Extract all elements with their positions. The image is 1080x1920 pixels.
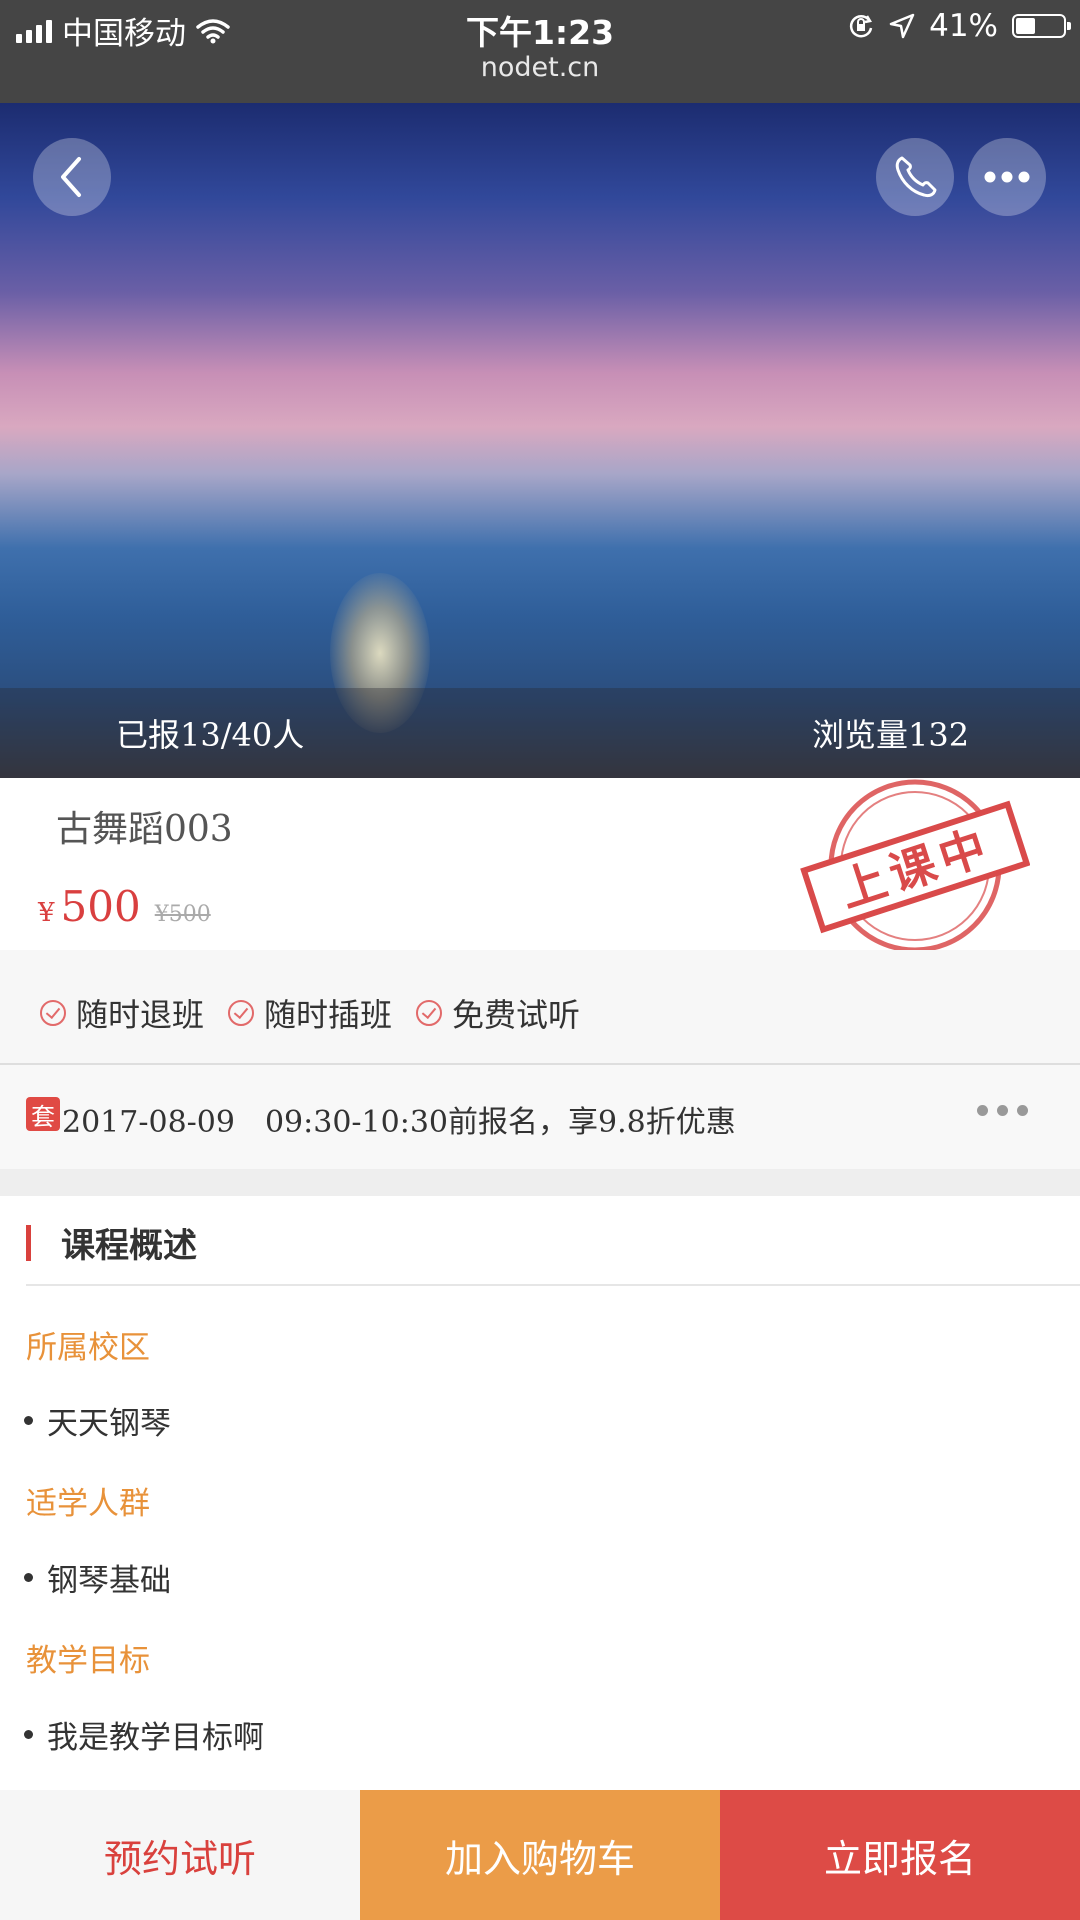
- currency-symbol: ¥: [38, 898, 55, 928]
- heading-accent-bar: [26, 1224, 31, 1261]
- bullet: [24, 1573, 33, 1582]
- feature-label: 随时插班: [264, 996, 393, 1034]
- feature-refund: 随时退班: [40, 990, 204, 1036]
- overview-heading: 课程概述: [26, 1218, 197, 1267]
- overview-title: 课程概述: [61, 1226, 197, 1266]
- back-button[interactable]: [33, 138, 111, 216]
- enroll-now-button[interactable]: 立即报名: [720, 1790, 1080, 1920]
- goal-label: 教学目标: [26, 1643, 150, 1679]
- orientation-lock-icon: [850, 15, 873, 38]
- bullet: [24, 1416, 33, 1425]
- original-price: ¥500: [154, 902, 211, 927]
- feature-label: 免费试听: [452, 996, 581, 1034]
- check-icon: [416, 1000, 442, 1026]
- promo-text: 2017-08-09 09:30-10:30前报名，享9.8折优惠: [62, 1105, 736, 1140]
- more-button[interactable]: [968, 138, 1046, 216]
- book-trial-button[interactable]: 预约试听: [0, 1790, 360, 1920]
- bullet: [24, 1730, 33, 1739]
- view-count: 浏览量132: [812, 716, 970, 754]
- campus-label: 所属校区: [26, 1330, 150, 1366]
- package-badge: 套: [26, 1097, 60, 1131]
- status-bar: 中国移动 下午1:23 nodet.cn 41%: [0, 0, 1080, 103]
- current-price: 500: [60, 882, 141, 931]
- battery-icon: [1012, 14, 1071, 38]
- audience-value: 钢琴基础: [47, 1563, 171, 1599]
- course-cover-image: 已报13/40人 浏览量132: [0, 103, 1080, 778]
- list-item: 钢琴基础: [24, 1555, 171, 1600]
- check-icon: [40, 1000, 66, 1026]
- add-to-cart-button[interactable]: 加入购物车: [360, 1790, 720, 1920]
- list-item: 我是教学目标啊: [24, 1712, 264, 1757]
- status-right-group: 41%: [847, 8, 1071, 44]
- goal-value: 我是教学目标啊: [47, 1720, 264, 1756]
- promo-more-icon[interactable]: [977, 1105, 1028, 1116]
- feature-label: 随时退班: [76, 996, 205, 1034]
- check-icon: [228, 1000, 254, 1026]
- divider: [26, 1284, 1080, 1286]
- in-class-stamp: 上课中: [800, 779, 1030, 953]
- course-title: 古舞蹈003: [56, 809, 233, 850]
- more-icon: [984, 171, 1030, 183]
- feature-free-trial: 免费试听: [416, 990, 580, 1036]
- phone-icon: [895, 156, 937, 198]
- section-gap: [0, 1169, 1080, 1196]
- battery-percent: 41%: [929, 8, 998, 44]
- action-bar: 预约试听 加入购物车 立即报名: [0, 1790, 1080, 1920]
- page-url: nodet.cn: [480, 52, 600, 83]
- feature-join-anytime: 随时插班: [228, 990, 392, 1036]
- promo-row[interactable]: 套 2017-08-09 09:30-10:30前报名，享9.8折优惠: [0, 1065, 1080, 1169]
- audience-label: 适学人群: [26, 1486, 150, 1522]
- campus-value: 天天钢琴: [47, 1406, 171, 1442]
- back-icon: [61, 157, 81, 197]
- feature-bar: 随时退班 随时插班 免费试听: [0, 950, 1080, 1065]
- location-icon: [889, 13, 915, 39]
- price-row: ¥ 500 ¥500: [38, 882, 211, 931]
- list-item: 天天钢琴: [24, 1398, 171, 1443]
- call-button[interactable]: [876, 138, 954, 216]
- enrolled-count: 已报13/40人: [116, 716, 305, 754]
